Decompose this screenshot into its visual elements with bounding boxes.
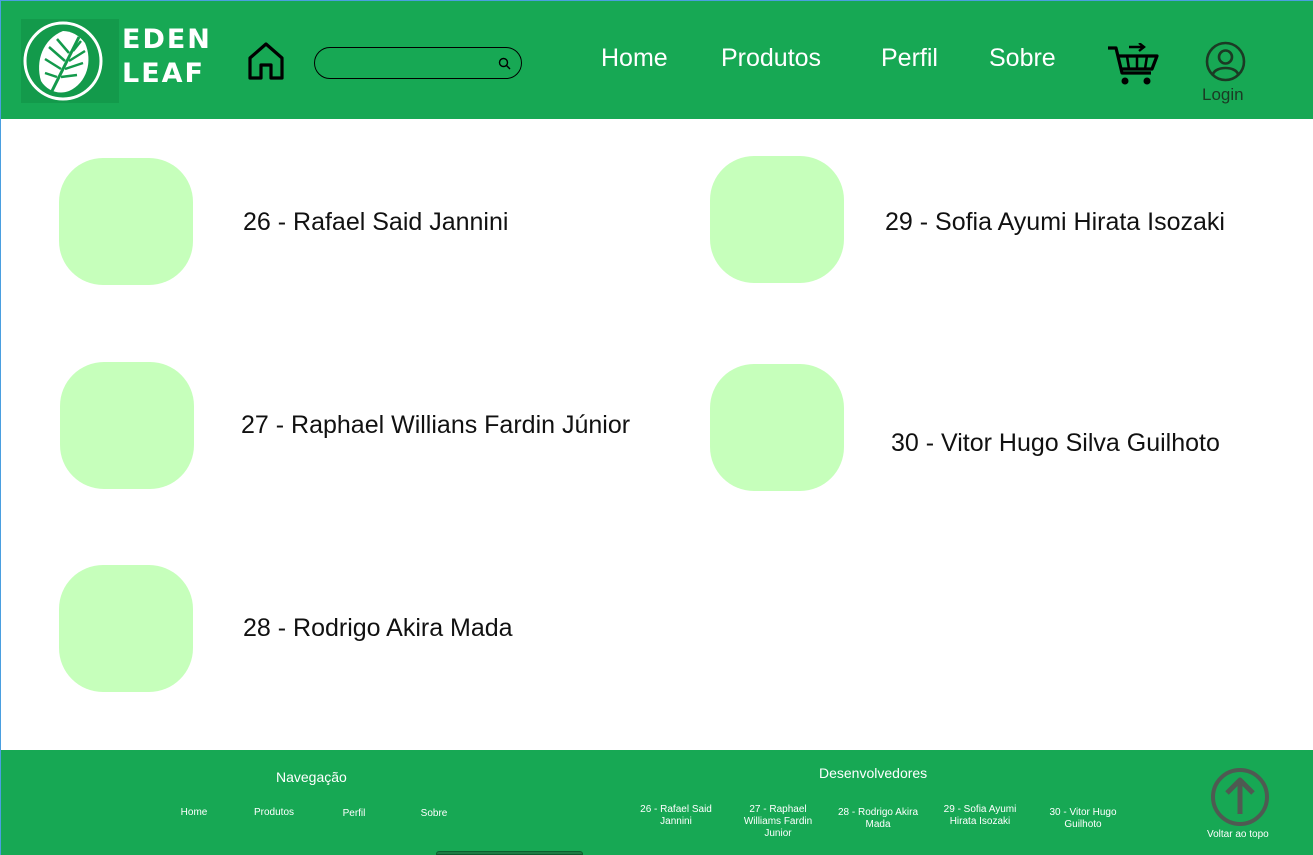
footer-dev-26[interactable]: 26 - Rafael Said Jannini: [631, 804, 721, 828]
member-avatar-26: [59, 158, 193, 285]
brand-line-1: EDEN: [122, 24, 212, 55]
home-icon[interactable]: [247, 41, 285, 81]
footer-nav-title: Navegação: [276, 769, 347, 785]
cart-icon[interactable]: [1107, 43, 1159, 87]
brand-line-2: LEAF: [122, 58, 205, 89]
search-input[interactable]: [314, 47, 522, 79]
top-navbar: EDEN LEAF Home Produtos Perfil Sobre Log…: [1, 0, 1313, 119]
brand-logo[interactable]: [21, 19, 119, 103]
nav-home[interactable]: Home: [601, 43, 668, 73]
search-icon[interactable]: [498, 57, 511, 70]
member-name-26: 26 - Rafael Said Jannini: [243, 208, 509, 236]
nav-produtos[interactable]: Produtos: [721, 43, 821, 73]
footer-link-sobre[interactable]: Sobre: [404, 808, 464, 820]
brand-wordmark[interactable]: EDEN LEAF: [122, 23, 212, 91]
footer-dev-title: Desenvolvedores: [819, 765, 928, 781]
member-name-28: 28 - Rodrigo Akira Mada: [243, 614, 513, 642]
arrow-up-circle-icon[interactable]: [1209, 767, 1271, 829]
member-name-29: 29 - Sofia Ayumi Hirata Isozaki: [885, 208, 1225, 236]
member-avatar-29: [710, 156, 844, 283]
member-avatar-28: [59, 565, 193, 692]
back-to-top-link[interactable]: Voltar ao topo: [1207, 829, 1269, 840]
member-name-27: 27 - Raphael Willians Fardin Júnior: [241, 411, 631, 439]
member-name-30: 30 - Vitor Hugo Silva Guilhoto: [891, 429, 1220, 457]
footer-dev-29[interactable]: 29 - Sofia Ayumi Hirata Isozaki: [935, 804, 1025, 828]
nav-sobre[interactable]: Sobre: [989, 43, 1056, 73]
login-link[interactable]: Login: [1202, 85, 1244, 105]
leaf-logo-icon: [23, 21, 103, 101]
footer-dev-30[interactable]: 30 - Vitor Hugo Guilhoto: [1041, 807, 1125, 831]
nav-perfil[interactable]: Perfil: [881, 43, 938, 73]
member-avatar-27: [60, 362, 194, 489]
footer: [1, 750, 1313, 855]
footer-link-produtos[interactable]: Produtos: [244, 807, 304, 819]
footer-dev-27[interactable]: 27 - Raphael Williams Fardin Junior: [738, 804, 818, 840]
footer-scroll-handle[interactable]: [436, 851, 583, 855]
member-avatar-30: [710, 364, 844, 491]
footer-link-perfil[interactable]: Perfil: [324, 808, 384, 820]
footer-dev-28[interactable]: 28 - Rodrigo Akira Mada: [831, 807, 925, 831]
footer-link-home[interactable]: Home: [164, 807, 224, 819]
user-icon[interactable]: [1205, 41, 1246, 82]
